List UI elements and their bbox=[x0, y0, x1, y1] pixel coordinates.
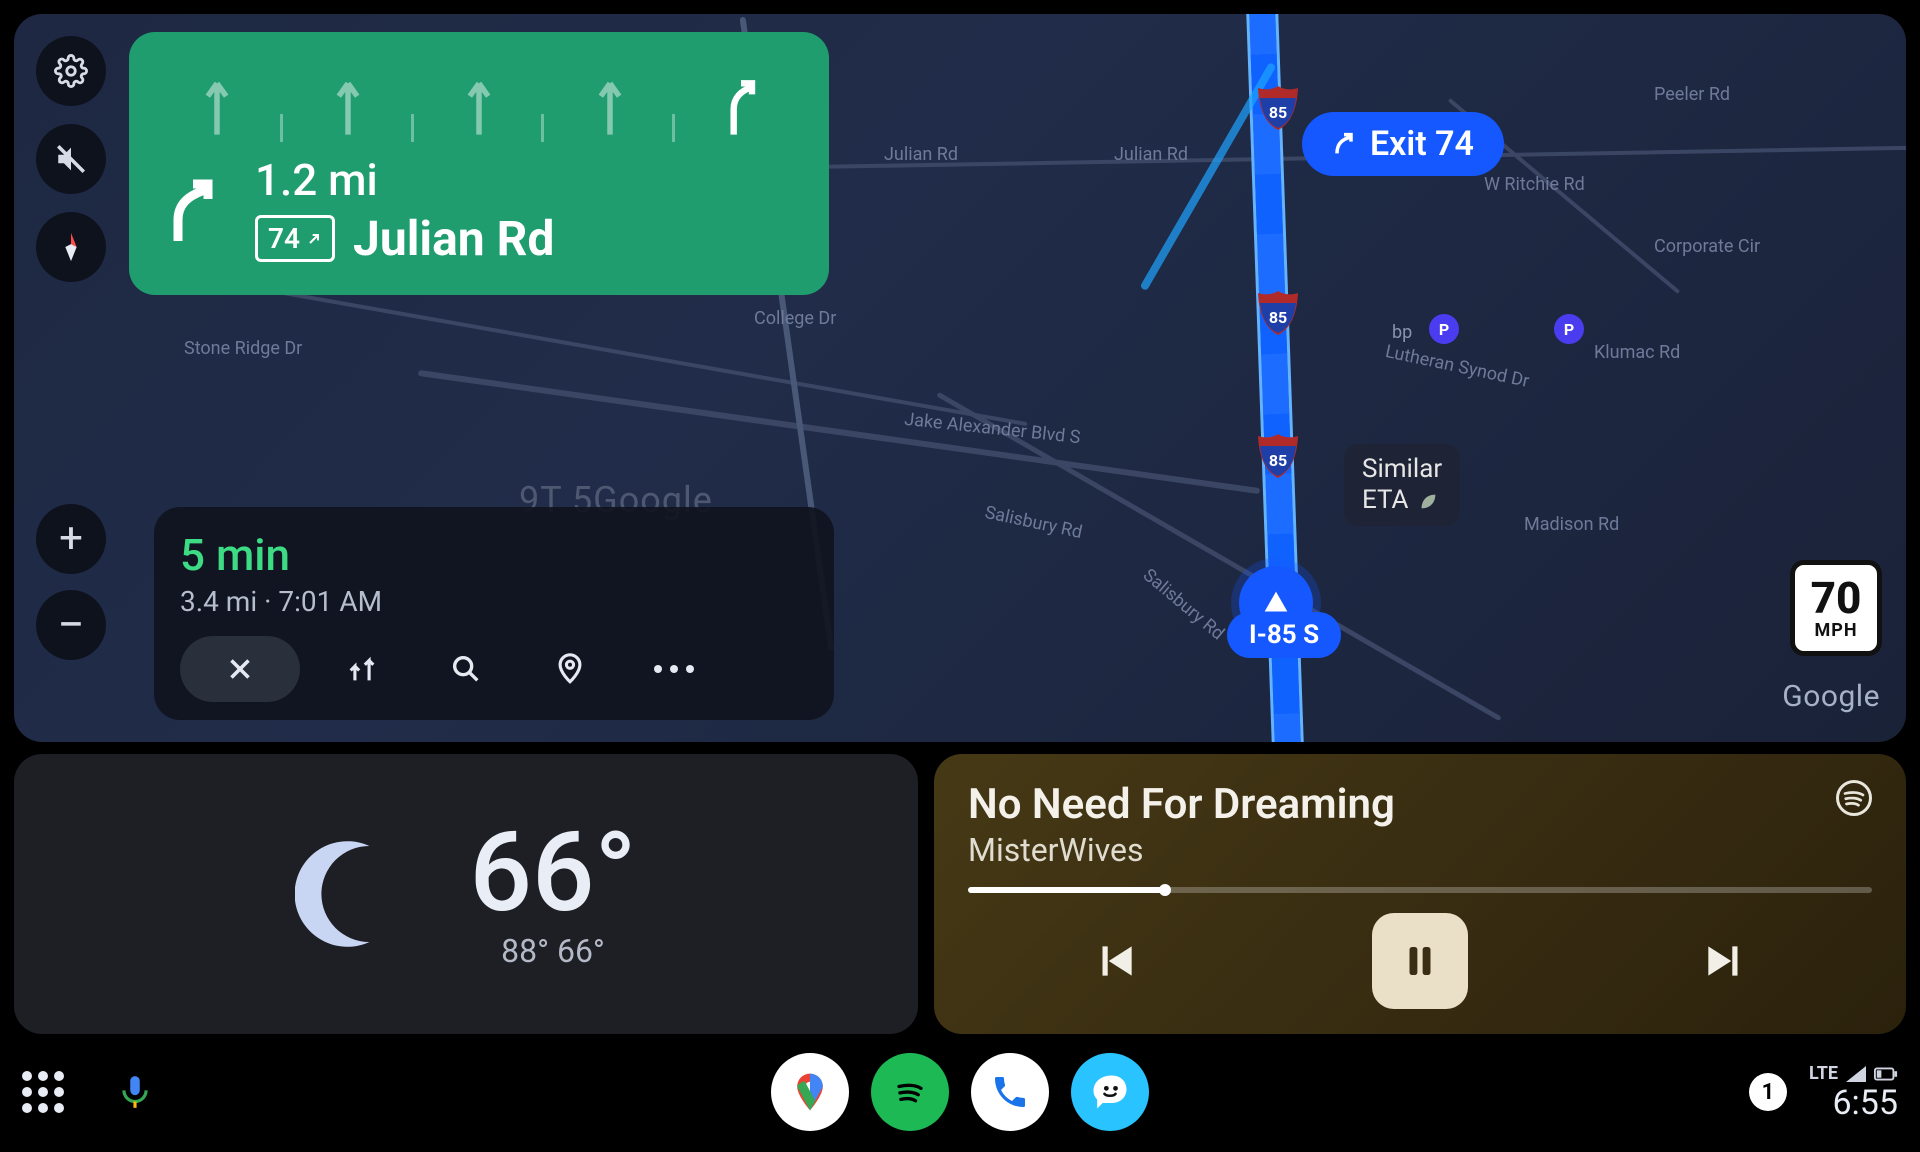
close-navigation-button[interactable] bbox=[180, 636, 300, 702]
direction-card: 1.2 mi 74 Julian Rd bbox=[129, 32, 829, 295]
skip-next-icon bbox=[1700, 936, 1750, 986]
direction-distance: 1.2 mi bbox=[255, 154, 554, 206]
search-icon bbox=[449, 652, 483, 686]
assistant-button[interactable] bbox=[116, 1073, 154, 1111]
svg-text:85: 85 bbox=[1269, 451, 1287, 470]
zoom-in-button[interactable]: + bbox=[36, 504, 106, 574]
plus-icon: + bbox=[59, 518, 83, 560]
spotify-icon bbox=[1836, 780, 1872, 816]
speaker-muted-icon bbox=[54, 142, 88, 176]
clock: 6:55 bbox=[1832, 1086, 1898, 1120]
eta-time: 5 min bbox=[180, 529, 290, 581]
road-label: Julian Rd bbox=[1114, 144, 1188, 165]
app-launcher-button[interactable] bbox=[22, 1071, 64, 1113]
signal-icon bbox=[1844, 1064, 1868, 1084]
more-icon bbox=[654, 665, 694, 673]
road-label: Salisbury Rd bbox=[983, 502, 1084, 543]
poi-parking-icon[interactable]: P bbox=[1429, 314, 1459, 344]
network-label: LTE bbox=[1809, 1065, 1838, 1083]
direction-road-name: Julian Rd bbox=[353, 210, 554, 267]
search-button[interactable] bbox=[424, 636, 508, 702]
eta-card: 5 min 3.4 mi · 7:01 AM bbox=[154, 507, 834, 720]
road-label: Julian Rd bbox=[884, 144, 958, 165]
skip-previous-icon bbox=[1090, 936, 1140, 986]
road-label: Lutheran Synod Dr bbox=[1383, 341, 1531, 392]
close-icon bbox=[223, 652, 257, 686]
location-button[interactable] bbox=[528, 636, 612, 702]
road-label: Stone Ridge Dr bbox=[184, 338, 302, 359]
track-artist: MisterWives bbox=[968, 831, 1395, 869]
routes-icon bbox=[345, 652, 379, 686]
compass-icon bbox=[54, 230, 88, 264]
exit-chip: Exit 74 bbox=[1302, 112, 1504, 176]
weather-card[interactable]: 66° 88° 66° bbox=[14, 754, 918, 1034]
road-label: Peeler Rd bbox=[1654, 84, 1730, 105]
moon-icon bbox=[295, 834, 415, 954]
current-temperature: 66° bbox=[469, 818, 636, 928]
zoom-out-button[interactable]: − bbox=[36, 590, 106, 660]
notification-count[interactable]: 1 bbox=[1749, 1073, 1787, 1111]
road-label: Corporate Cir bbox=[1654, 236, 1760, 257]
svg-text:85: 85 bbox=[1269, 308, 1287, 327]
settings-button[interactable] bbox=[36, 36, 106, 106]
road-label: Salisbury Rd bbox=[1139, 565, 1228, 645]
dock-app-spotify[interactable] bbox=[871, 1053, 949, 1131]
road-label: Klumac Rd bbox=[1594, 342, 1680, 363]
waze-icon bbox=[1088, 1070, 1132, 1114]
speed-limit-sign: 70 MPH bbox=[1790, 560, 1882, 656]
exit-arrow-icon bbox=[1330, 130, 1358, 158]
google-maps-icon bbox=[788, 1070, 832, 1114]
playback-progress[interactable] bbox=[968, 887, 1872, 893]
map-attribution: Google bbox=[1782, 679, 1880, 714]
gear-icon bbox=[54, 54, 88, 88]
mute-button[interactable] bbox=[36, 124, 106, 194]
status-area: LTE 6:55 bbox=[1809, 1064, 1898, 1120]
navigation-map[interactable]: Julian Rd Julian Rd Stone Ridge Dr Colle… bbox=[14, 14, 1906, 742]
minus-icon: − bbox=[57, 611, 84, 640]
leaf-icon bbox=[1417, 490, 1439, 512]
battery-icon bbox=[1874, 1064, 1898, 1084]
current-route-pill: I-85 S bbox=[1227, 612, 1341, 658]
previous-track-button[interactable] bbox=[1079, 925, 1151, 997]
media-card[interactable]: No Need For Dreaming MisterWives bbox=[934, 754, 1906, 1034]
exit-number-badge: 74 bbox=[255, 215, 335, 262]
temp-high-low: 88° 66° bbox=[501, 932, 605, 970]
dock-bar: 1 LTE 6:55 bbox=[22, 1042, 1898, 1142]
spotify-icon bbox=[888, 1070, 932, 1114]
compass-button[interactable] bbox=[36, 212, 106, 282]
pause-icon bbox=[1399, 940, 1441, 982]
interstate-shield-icon: 85 bbox=[1256, 84, 1300, 132]
road-label: College Dr bbox=[754, 308, 836, 329]
interstate-shield-icon: 85 bbox=[1256, 432, 1300, 480]
dock-app-maps[interactable] bbox=[771, 1053, 849, 1131]
road-label: Madison Rd bbox=[1524, 514, 1619, 535]
poi-label: bp bbox=[1392, 322, 1412, 343]
alternate-routes-button[interactable] bbox=[320, 636, 404, 702]
turn-arrow-icon bbox=[157, 175, 229, 247]
pin-icon bbox=[553, 652, 587, 686]
lane-guidance bbox=[157, 54, 801, 142]
dock-app-phone[interactable] bbox=[971, 1053, 1049, 1131]
road-label: W Ritchie Rd bbox=[1484, 174, 1585, 195]
next-track-button[interactable] bbox=[1689, 925, 1761, 997]
pause-button[interactable] bbox=[1372, 913, 1468, 1009]
dock-app-waze[interactable] bbox=[1071, 1053, 1149, 1131]
interstate-shield-icon: 85 bbox=[1256, 289, 1300, 337]
more-button[interactable] bbox=[632, 636, 716, 702]
poi-parking-icon[interactable]: P bbox=[1554, 314, 1584, 344]
track-title: No Need For Dreaming bbox=[968, 780, 1395, 829]
svg-text:85: 85 bbox=[1269, 103, 1287, 122]
phone-icon bbox=[990, 1072, 1030, 1112]
similar-eta-badge: Similar ETA bbox=[1344, 444, 1460, 526]
eta-details: 3.4 mi · 7:01 AM bbox=[180, 585, 808, 618]
